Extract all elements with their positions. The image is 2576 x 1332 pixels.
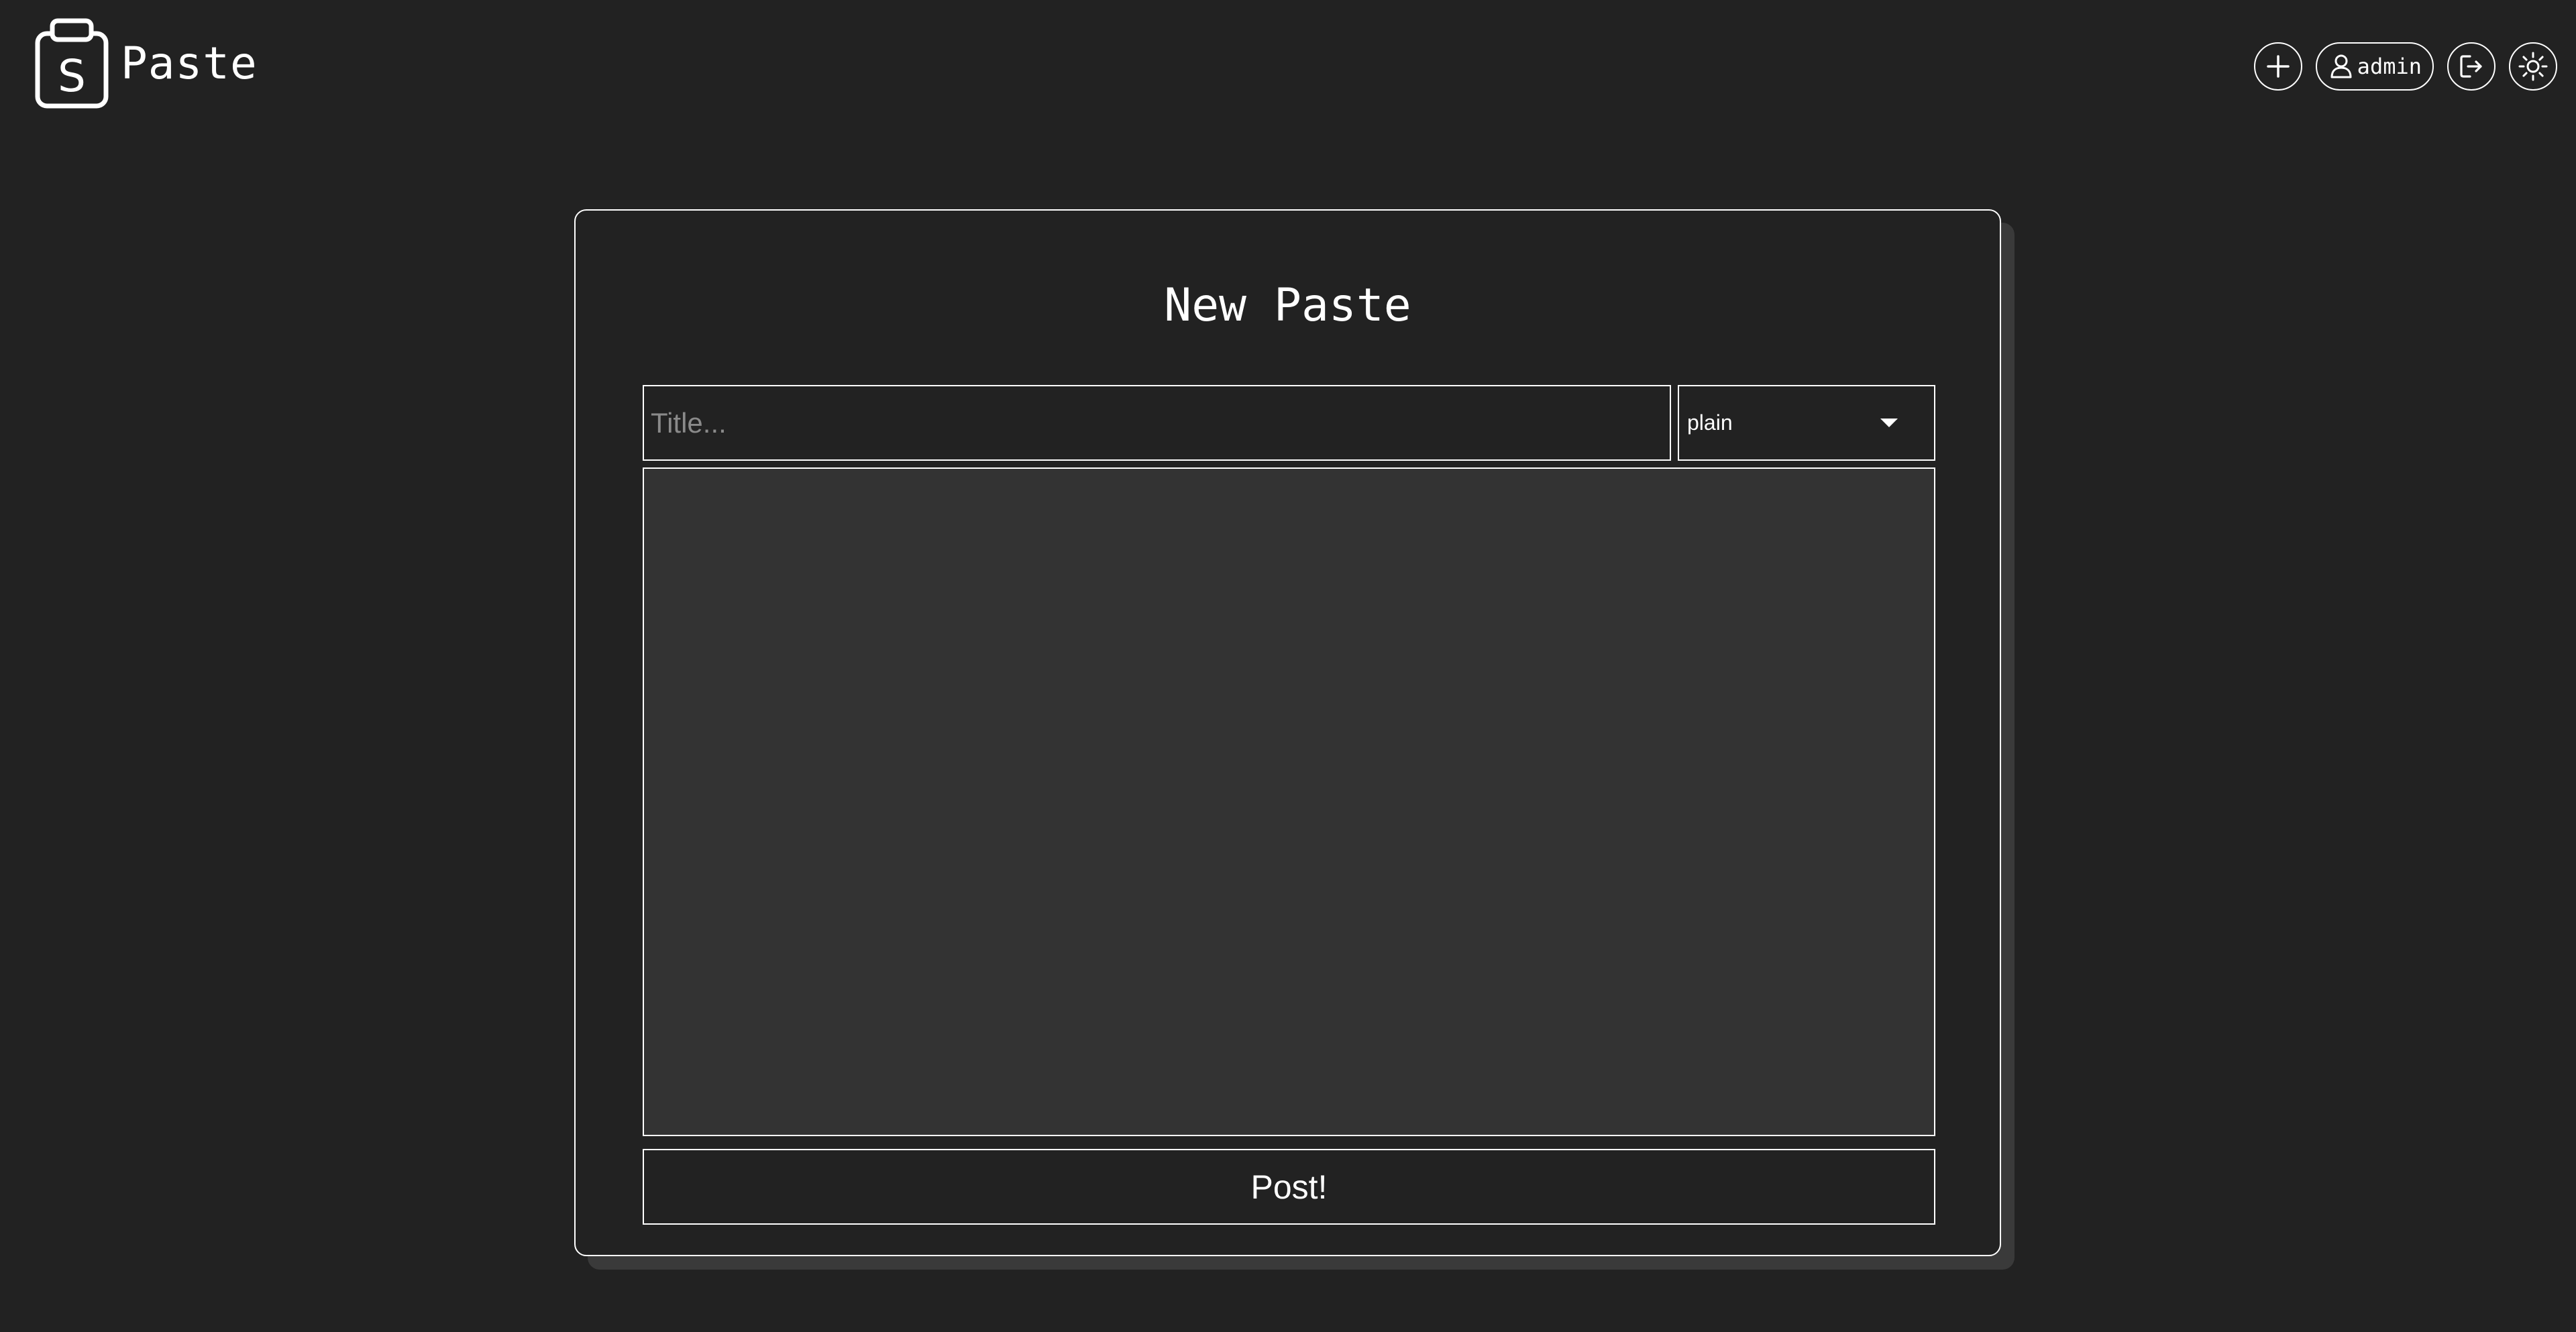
theme-toggle-button[interactable] bbox=[2509, 42, 2557, 91]
paste-content-textarea[interactable] bbox=[643, 467, 1935, 1136]
sun-icon bbox=[2518, 52, 2548, 81]
app-header: S Paste admin bbox=[0, 0, 2576, 134]
title-input[interactable] bbox=[643, 385, 1671, 461]
logo-letter: S bbox=[58, 50, 86, 102]
logout-button[interactable] bbox=[2447, 42, 2496, 91]
post-button[interactable]: Post! bbox=[643, 1149, 1935, 1225]
plus-icon bbox=[2266, 55, 2290, 78]
username-label: admin bbox=[2357, 54, 2422, 79]
language-select[interactable]: plain bbox=[1678, 385, 1935, 461]
app-logo[interactable]: S Paste bbox=[35, 17, 258, 109]
logout-icon bbox=[2460, 55, 2482, 78]
user-profile-button[interactable]: admin bbox=[2315, 42, 2434, 91]
new-paste-card: New Paste plain Post! bbox=[574, 209, 2001, 1256]
top-nav: admin bbox=[2253, 42, 2557, 91]
clipboard-logo-icon: S bbox=[35, 18, 109, 109]
new-paste-button[interactable] bbox=[2253, 42, 2302, 91]
language-select-value: plain bbox=[1687, 410, 1733, 435]
app-title: Paste bbox=[121, 37, 258, 89]
page-title: New Paste bbox=[1164, 279, 1411, 332]
user-icon bbox=[2330, 54, 2352, 78]
chevron-down-icon bbox=[1880, 419, 1898, 427]
